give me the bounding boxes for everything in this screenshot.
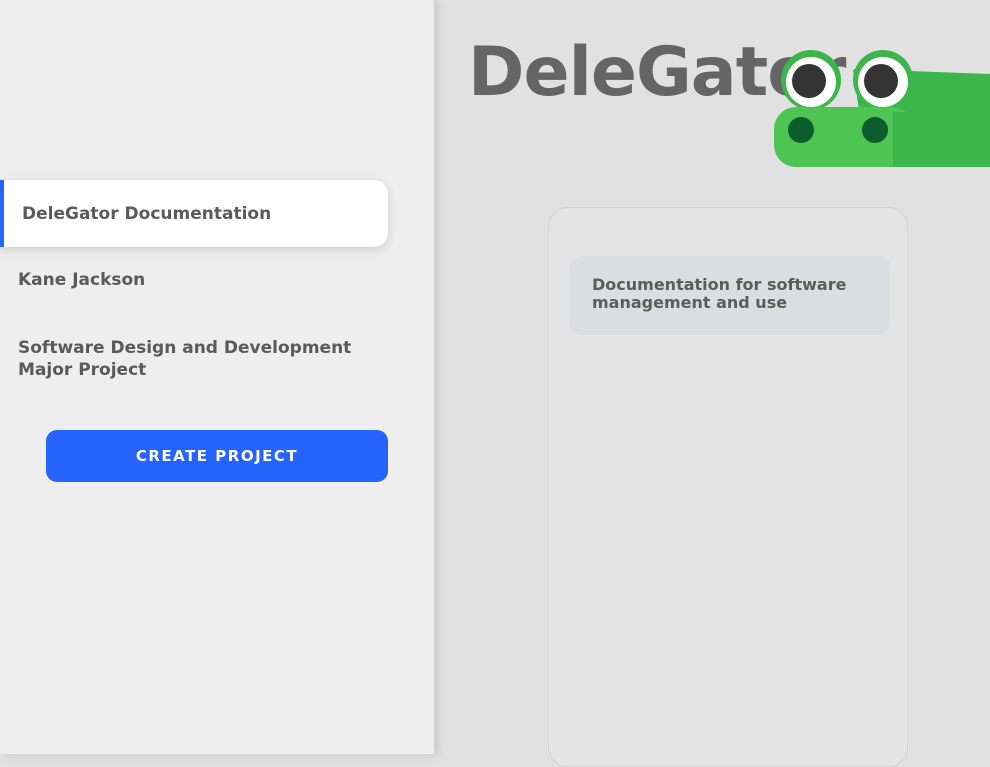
- main-content: DeleGator Documentation for software man…: [434, 0, 990, 767]
- gator-head-icon: [774, 50, 990, 167]
- task-card[interactable]: Documentation for software management an…: [570, 256, 890, 335]
- project-item-kane-jackson[interactable]: Kane Jackson: [0, 269, 398, 291]
- project-item-label: DeleGator Documentation: [22, 203, 272, 224]
- create-project-button[interactable]: CREATE PROJECT: [46, 430, 388, 482]
- project-item-software-design[interactable]: Software Design and Development Major Pr…: [0, 337, 398, 381]
- project-item-label: Kane Jackson: [18, 270, 146, 290]
- project-item-label: Software Design and Development Major Pr…: [18, 338, 352, 380]
- project-item-delegator-documentation[interactable]: DeleGator Documentation: [0, 180, 388, 247]
- task-card-text: Documentation for software management an…: [592, 275, 847, 312]
- project-panel: Documentation for software management an…: [548, 207, 908, 767]
- project-sidebar: DeleGator Documentation Kane Jackson Sof…: [0, 0, 434, 754]
